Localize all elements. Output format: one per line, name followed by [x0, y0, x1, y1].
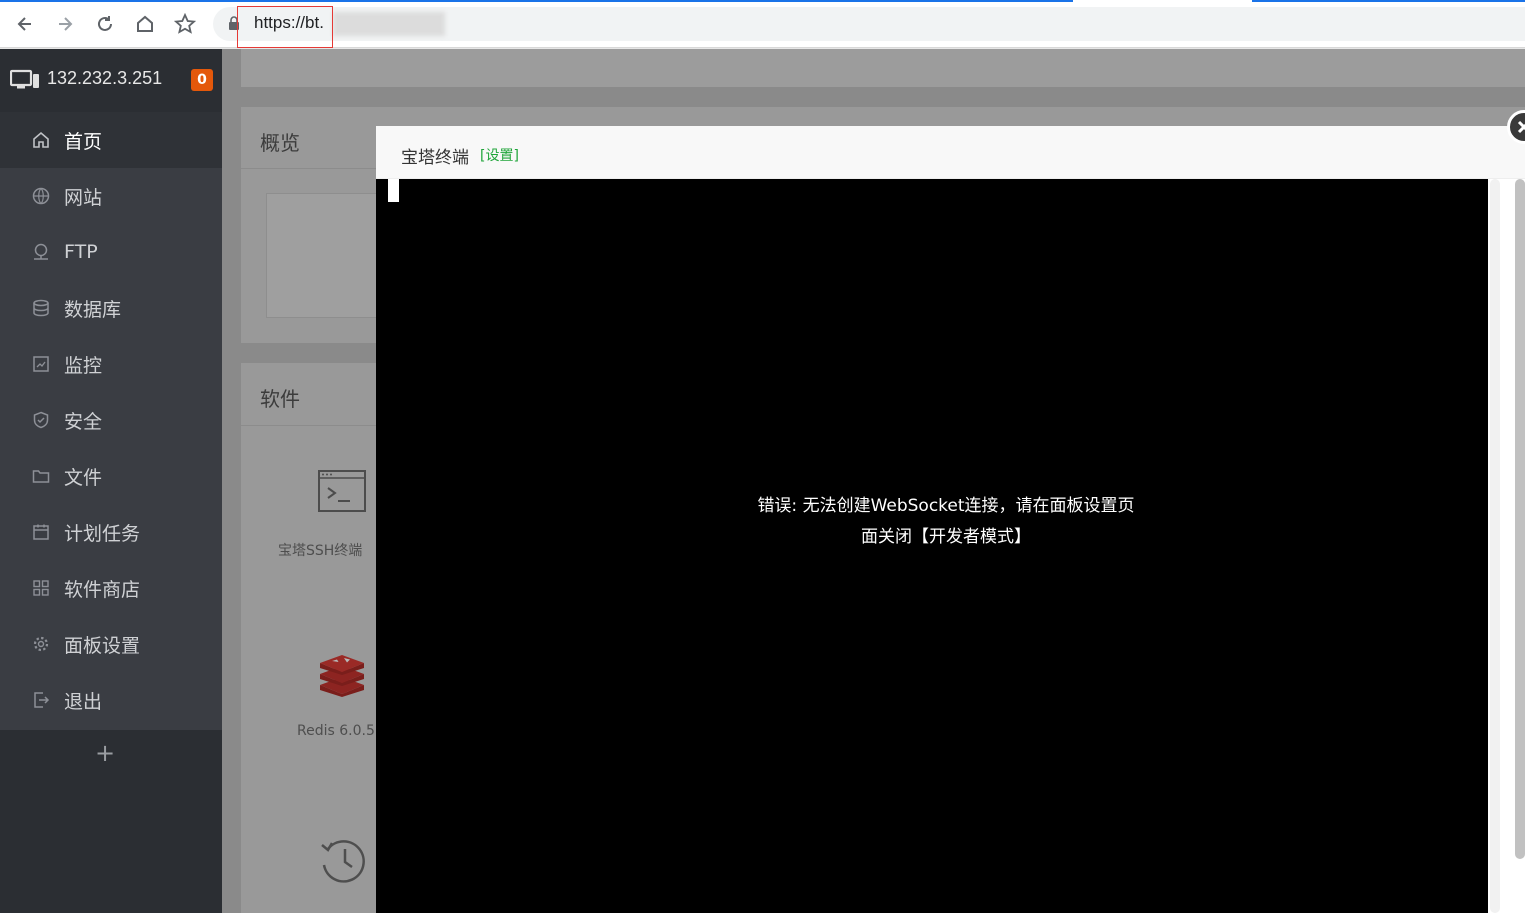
sidebar-item-label: 安全 [64, 410, 103, 433]
sidebar-item-label: 退出 [64, 690, 103, 713]
notification-badge[interactable]: 0 [191, 69, 213, 91]
sidebar-item-logout[interactable]: 退出 [0, 672, 222, 728]
browser-toolbar: https://bt. [0, 0, 1525, 48]
sidebar-item-files[interactable]: 文件 [0, 448, 222, 504]
sidebar-item-cron[interactable]: 计划任务 [0, 504, 222, 560]
loading-bar-2 [1252, 0, 1525, 2]
reload-button[interactable] [91, 10, 119, 38]
sidebar-item-label: 数据库 [64, 298, 122, 321]
calendar-icon [31, 522, 51, 542]
home-icon [31, 130, 51, 150]
add-shortcut-button[interactable]: + [95, 739, 115, 767]
sidebar-item-database[interactable]: 数据库 [0, 280, 222, 336]
back-button[interactable] [11, 10, 39, 38]
sidebar-item-store[interactable]: 软件商店 [0, 560, 222, 616]
sidebar-item-monitor[interactable]: 监控 [0, 336, 222, 392]
sidebar-item-ftp[interactable]: FTP [0, 224, 222, 280]
terminal-settings-link[interactable]: [设置] [480, 145, 519, 165]
software-item-label: 宝塔SSH终端 [278, 543, 363, 559]
overview-card [266, 193, 381, 318]
monitor-chart-icon [31, 354, 51, 374]
url-redacted [333, 12, 445, 36]
sidebar-item-label: 首页 [64, 130, 103, 153]
sidebar-item-label: 网站 [64, 186, 103, 209]
sidebar: 132.232.3.251 0 首页 网站 FTP 数据库 监控 安全 文件 计… [0, 49, 222, 913]
error-line-1: 错误: 无法创建WebSocket连接，请在面板设置页 [757, 496, 1135, 516]
error-line-2: 面关闭【开发者模式】 [861, 527, 1031, 547]
redis-icon [320, 655, 364, 697]
terminal-cursor [388, 179, 399, 202]
terminal-modal: 宝塔终端 [设置] 错误: 无法创建WebSocket连接，请在面板设置页 面关… [376, 126, 1525, 913]
sidebar-item-label: 文件 [64, 466, 103, 489]
sidebar-item-home[interactable]: 首页 [0, 112, 222, 168]
sidebar-item-settings[interactable]: 面板设置 [0, 616, 222, 672]
sidebar-item-label: 监控 [64, 354, 103, 377]
terminal-screen[interactable]: 错误: 无法创建WebSocket连接，请在面板设置页 面关闭【开发者模式】 [376, 179, 1488, 913]
modal-title: 宝塔终端 [401, 148, 469, 168]
arrow-right-icon [59, 17, 73, 31]
software-item-label: Redis 6.0.5 [297, 723, 375, 739]
highlight-box [237, 6, 333, 48]
terminal-scrollbar[interactable] [1490, 179, 1500, 913]
star-icon [174, 13, 196, 34]
sidebar-item-security[interactable]: 安全 [0, 392, 222, 448]
sidebar-item-label: 软件商店 [64, 578, 141, 601]
status-panel [241, 49, 1525, 87]
close-icon [1517, 120, 1525, 134]
logout-icon [31, 690, 51, 710]
sidebar-menu: 首页 网站 FTP 数据库 监控 安全 文件 计划任务 软件商店 面板设置 退出 [0, 112, 222, 730]
home-button[interactable] [131, 10, 159, 38]
ftp-icon [31, 242, 51, 262]
terminal-icon [318, 470, 366, 512]
globe-icon [31, 186, 51, 206]
sidebar-item-label: 面板设置 [64, 634, 141, 657]
sidebar-item-website[interactable]: 网站 [0, 168, 222, 224]
forward-button[interactable] [51, 10, 79, 38]
shield-icon [31, 410, 51, 430]
overview-title: 概览 [260, 131, 300, 155]
sidebar-header: 132.232.3.251 0 [0, 49, 222, 112]
home-icon [137, 15, 153, 32]
reload-icon [98, 16, 112, 31]
database-icon [31, 298, 51, 318]
sidebar-item-label: 计划任务 [64, 522, 141, 545]
software-title: 软件 [260, 387, 300, 411]
modal-header: 宝塔终端 [设置] [376, 126, 1525, 179]
folder-icon [31, 466, 51, 486]
gear-icon [31, 634, 51, 654]
sidebar-item-label: FTP [64, 241, 98, 263]
bookmark-button[interactable] [171, 10, 199, 38]
loading-bar [0, 0, 1073, 2]
history-clock-icon [321, 840, 365, 883]
page-scrollbar[interactable] [1515, 179, 1525, 859]
grid-icon [31, 578, 51, 598]
arrow-left-icon [17, 17, 31, 31]
server-ip: 132.232.3.251 [47, 68, 163, 88]
monitor-icon [10, 69, 39, 89]
terminal-error-message: 错误: 无法创建WebSocket连接，请在面板设置页 面关闭【开发者模式】 [746, 491, 1146, 553]
